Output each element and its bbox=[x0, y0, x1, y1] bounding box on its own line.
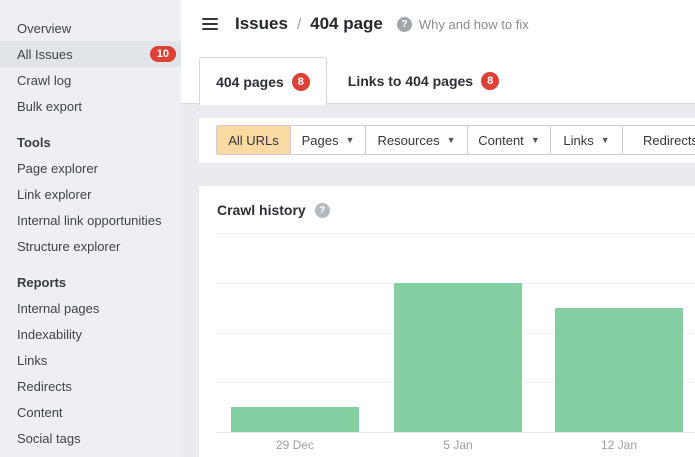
sidebar-item-label: Indexability bbox=[17, 327, 82, 342]
chart-x-tick-label: 29 Dec bbox=[276, 438, 314, 452]
breadcrumb-issues-link[interactable]: Issues bbox=[235, 14, 288, 34]
filter-redirects[interactable]: Redirects bbox=[623, 126, 695, 154]
tab-links-to-404-pages[interactable]: Links to 404 pages 8 bbox=[327, 57, 520, 104]
sidebar-item-label: Bulk export bbox=[17, 99, 82, 114]
sidebar-item-page-explorer[interactable]: Page explorer bbox=[0, 155, 181, 181]
chart-x-tick-label: 5 Jan bbox=[443, 438, 472, 452]
sidebar-item-overview[interactable]: Overview bbox=[0, 15, 181, 41]
help-label: Why and how to fix bbox=[419, 17, 529, 32]
sidebar-item-link-explorer[interactable]: Link explorer bbox=[0, 181, 181, 207]
filter-resources[interactable]: Resources ▼ bbox=[366, 126, 468, 154]
filter-content[interactable]: Content ▼ bbox=[468, 126, 551, 154]
sidebar-item-label: Social tags bbox=[17, 431, 81, 446]
sidebar-item-indexability[interactable]: Indexability bbox=[0, 321, 181, 347]
sidebar-section-tools: Tools bbox=[0, 129, 181, 155]
tab-label: Links to 404 pages bbox=[348, 73, 473, 89]
sidebar-section-reports: Reports bbox=[0, 269, 181, 295]
sidebar-item-bulk-export[interactable]: Bulk export bbox=[0, 93, 181, 119]
sidebar-item-label: Content bbox=[17, 405, 63, 420]
main-header: Issues / 404 page ? Why and how to fix 4… bbox=[180, 0, 695, 104]
filter-label: All URLs bbox=[228, 133, 279, 148]
sidebar-item-structure-explorer[interactable]: Structure explorer bbox=[0, 233, 181, 259]
sidebar-item-label: Internal pages bbox=[17, 301, 99, 316]
chevron-down-icon: ▼ bbox=[531, 136, 540, 145]
sidebar-item-label: Links bbox=[17, 353, 47, 368]
sidebar-item-label: Page explorer bbox=[17, 161, 98, 176]
breadcrumb: Issues / 404 page ? Why and how to fix bbox=[202, 13, 529, 35]
crawl-history-help-icon[interactable]: ? bbox=[315, 203, 330, 218]
filter-label: Links bbox=[563, 133, 593, 148]
sidebar-item-crawl-log[interactable]: Crawl log bbox=[0, 67, 181, 93]
chart-bar-5-jan bbox=[394, 283, 522, 432]
chevron-down-icon: ▼ bbox=[447, 136, 456, 145]
filter-pages[interactable]: Pages ▼ bbox=[291, 126, 366, 154]
crawl-history-title: Crawl history bbox=[217, 202, 306, 218]
chart-gridline bbox=[216, 233, 695, 234]
crawl-history-chart: 29 Dec5 Jan12 Jan bbox=[216, 233, 695, 432]
tab-count-badge: 8 bbox=[481, 72, 499, 90]
tab-label: 404 pages bbox=[216, 74, 284, 90]
chevron-down-icon: ▼ bbox=[601, 136, 610, 145]
sidebar-item-internal-pages[interactable]: Internal pages bbox=[0, 295, 181, 321]
crawl-history-card: Crawl history ? 29 Dec5 Jan12 Jan bbox=[199, 186, 695, 457]
sidebar-item-label: Internal link opportunities bbox=[17, 213, 162, 228]
url-filter-segmented-control: All URLsPages▼Resources▼Content▼Links▼Re… bbox=[216, 125, 695, 155]
sidebar-item-label: Overview bbox=[17, 21, 71, 36]
sidebar-item-all-issues[interactable]: All Issues 10 bbox=[0, 41, 181, 67]
question-circle-icon: ? bbox=[397, 17, 412, 32]
sidebar-item-redirects[interactable]: Redirects bbox=[0, 373, 181, 399]
sidebar: Overview All Issues 10 Crawl log Bulk export… bbox=[0, 0, 181, 457]
site-audit-page: Overview All Issues 10 Crawl log Bulk export… bbox=[0, 0, 695, 457]
filter-label: Pages bbox=[302, 133, 339, 148]
chevron-down-icon: ▼ bbox=[345, 136, 354, 145]
chart-gridline bbox=[216, 432, 695, 433]
filter-toolbar: All URLsPages▼Resources▼Content▼Links▼Re… bbox=[199, 118, 695, 163]
why-and-how-to-fix-link[interactable]: ? Why and how to fix bbox=[397, 17, 529, 32]
sidebar-item-label: Structure explorer bbox=[17, 239, 120, 254]
filter-label: Redirects bbox=[643, 133, 695, 148]
sidebar-item-internal-link-opportunities[interactable]: Internal link opportunities bbox=[0, 207, 181, 233]
issue-count-badge: 10 bbox=[150, 46, 176, 62]
page-title: 404 page bbox=[310, 14, 383, 34]
chart-x-tick-label: 12 Jan bbox=[601, 438, 637, 452]
sidebar-item-content[interactable]: Content bbox=[0, 399, 181, 425]
sidebar-item-label: All Issues bbox=[17, 47, 73, 62]
filter-all-urls[interactable]: All URLs bbox=[217, 126, 291, 154]
sidebar-item-label: Link explorer bbox=[17, 187, 91, 202]
sidebar-item-social-tags[interactable]: Social tags bbox=[0, 425, 181, 451]
chart-bar-12-jan bbox=[555, 308, 683, 432]
tab-count-badge: 8 bbox=[292, 73, 310, 91]
filter-links[interactable]: Links ▼ bbox=[551, 126, 623, 154]
hamburger-menu-icon[interactable] bbox=[202, 13, 218, 35]
sidebar-item-label: Redirects bbox=[17, 379, 72, 394]
chart-bar-29-dec bbox=[231, 407, 359, 432]
filter-label: Content bbox=[478, 133, 524, 148]
sidebar-item-label: Crawl log bbox=[17, 73, 71, 88]
filter-label: Resources bbox=[377, 133, 439, 148]
sidebar-item-links[interactable]: Links bbox=[0, 347, 181, 373]
breadcrumb-separator: / bbox=[297, 16, 301, 33]
tab-404-pages[interactable]: 404 pages 8 bbox=[199, 57, 327, 105]
